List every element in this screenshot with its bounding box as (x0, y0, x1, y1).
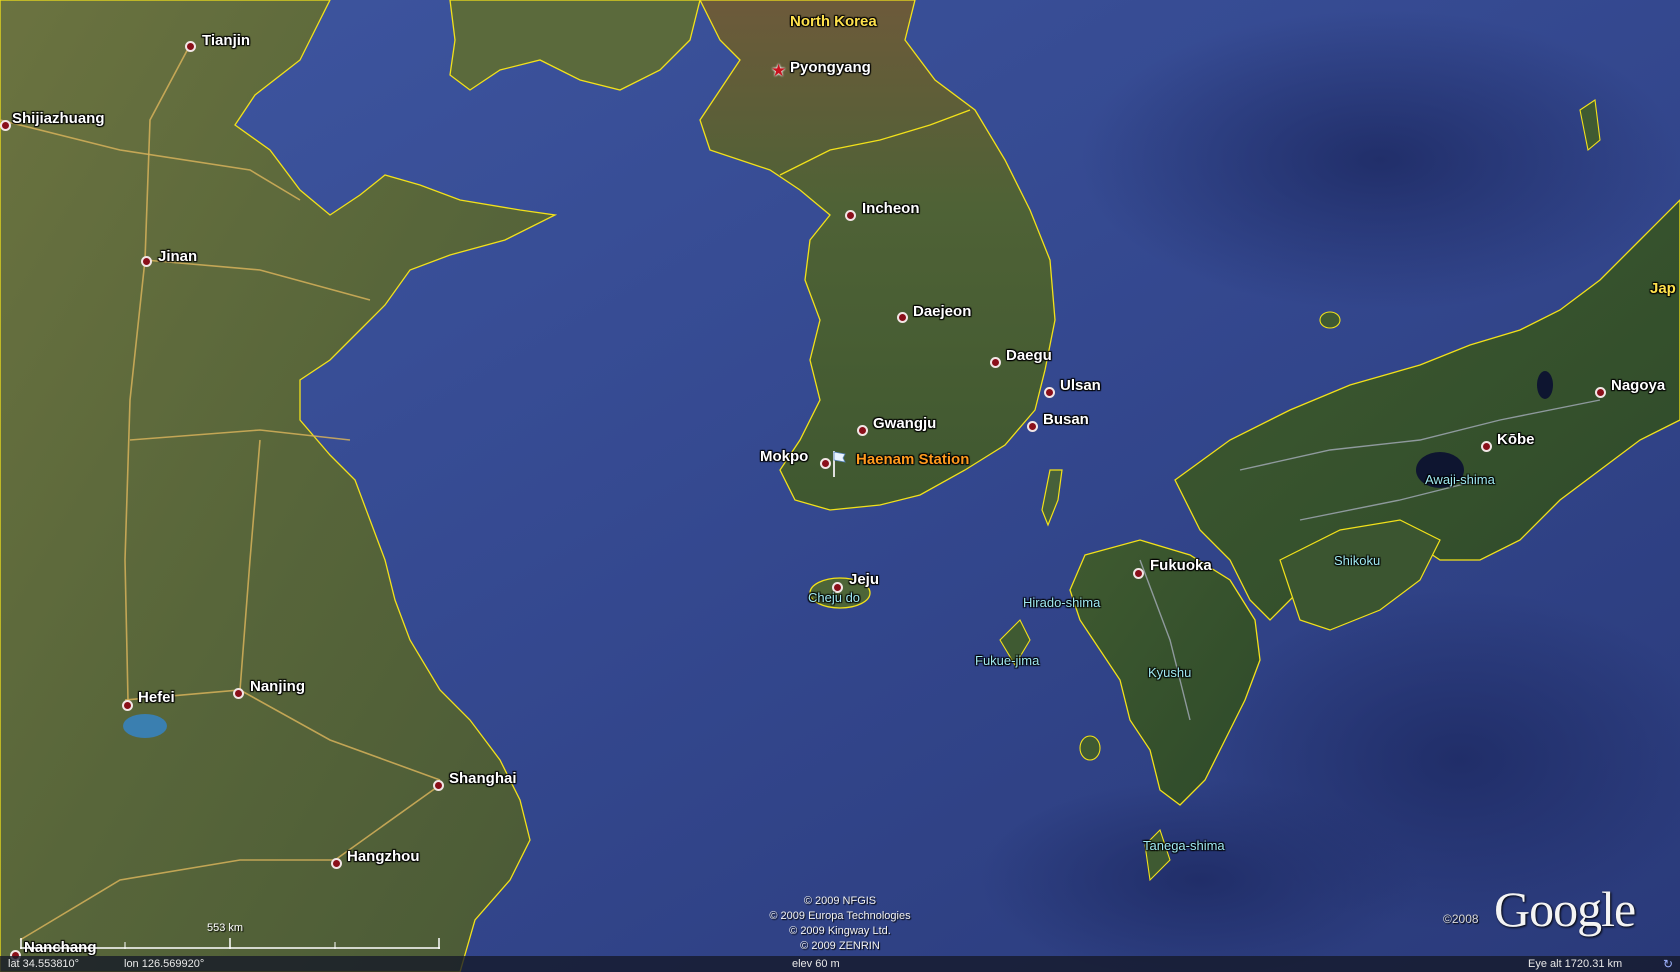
imagery-copyright: © 2009 NFGIS © 2009 Europa Technologies … (745, 894, 935, 954)
city-marker-mokpo[interactable] (820, 458, 831, 469)
city-marker-tianjin[interactable] (185, 41, 196, 52)
city-marker-shanghai[interactable] (433, 780, 444, 791)
city-label-shijiazhuang: Shijiazhuang (12, 110, 105, 127)
city-marker-kobe[interactable] (1481, 441, 1492, 452)
elevation-readout: elev 60 m (792, 958, 840, 970)
capital-star-icon[interactable]: ★ (771, 62, 786, 79)
city-marker-busan[interactable] (1027, 421, 1038, 432)
city-marker-incheon[interactable] (845, 210, 856, 221)
city-label-fukuoka: Fukuoka (1150, 557, 1212, 574)
city-marker-nanjing[interactable] (233, 688, 244, 699)
city-label-incheon: Incheon (862, 200, 920, 217)
city-label-nanjing: Nanjing (250, 678, 305, 695)
city-label-daejeon: Daejeon (913, 303, 972, 320)
city-label-hefei: Hefei (138, 689, 175, 706)
city-label-mokpo: Mokpo (760, 448, 809, 465)
city-marker-jinan[interactable] (141, 256, 152, 267)
island-label-cheju-do: Cheju do (808, 590, 861, 605)
island-label-shikoku: Shikoku (1334, 553, 1381, 568)
city-label-busan: Busan (1043, 411, 1089, 428)
city-label-kobe: Kōbe (1497, 431, 1535, 448)
city-label-gwangju: Gwangju (873, 415, 937, 432)
logo-year: ©2008 (1443, 912, 1479, 926)
city-label-shanghai: Shanghai (449, 770, 517, 787)
city-label-jinan: Jinan (158, 248, 198, 265)
city-marker-daegu[interactable] (990, 357, 1001, 368)
copyright-line: © 2009 Europa Technologies (769, 910, 911, 922)
scale-bar (20, 938, 440, 949)
city-marker-hefei[interactable] (122, 700, 133, 711)
copyright-line: © 2009 ZENRIN (800, 940, 880, 952)
city-marker-fukuoka[interactable] (1133, 568, 1144, 579)
google-logo: Google (1494, 881, 1636, 937)
city-marker-hangzhou[interactable] (331, 858, 342, 869)
longitude-readout: lon 126.569920° (124, 958, 205, 970)
city-marker-daejeon[interactable] (897, 312, 908, 323)
copyright-line: © 2009 Kingway Ltd. (789, 925, 891, 937)
scale-label: 553 km (207, 922, 244, 934)
map-view[interactable]: North Korea Tianjin Shijiazhuang Jinan ★… (0, 0, 1680, 972)
city-label-ulsan: Ulsan (1060, 377, 1101, 394)
city-label-tianjin: Tianjin (202, 32, 251, 49)
copyright-line: © 2009 NFGIS (803, 895, 877, 907)
island-label-fukue-jima: Fukue-jima (975, 653, 1040, 668)
city-label-nagoya: Nagoya (1611, 377, 1666, 394)
status-bar: lat 34.553810° lon 126.569920° elev 60 m… (0, 956, 1680, 972)
eye-altitude-readout: Eye alt 1720.31 km (1528, 958, 1623, 970)
country-label-north-korea: North Korea (790, 13, 877, 30)
city-label-hangzhou: Hangzhou (347, 848, 420, 865)
country-label-japan: Jap (1650, 280, 1676, 297)
city-marker-nagoya[interactable] (1595, 387, 1606, 398)
city-marker-shijiazhuang[interactable] (0, 120, 11, 131)
island-label-kyushu: Kyushu (1148, 665, 1192, 680)
placemark-label-haenam-station[interactable]: Haenam Station (856, 451, 969, 468)
latitude-readout: lat 34.553810° (8, 958, 80, 970)
city-label-daegu: Daegu (1006, 347, 1052, 364)
placemark-flag-icon[interactable] (832, 449, 846, 477)
city-marker-gwangju[interactable] (857, 425, 868, 436)
city-label-pyongyang: Pyongyang (790, 59, 871, 76)
island-label-hirado-shima: Hirado-shima (1023, 595, 1101, 610)
island-label-awaji-shima: Awaji-shima (1425, 472, 1495, 487)
island-label-tanega-shima: Tanega-shima (1143, 838, 1225, 853)
city-label-jeju: Jeju (849, 571, 880, 588)
streaming-refresh-icon[interactable]: ↻ (1663, 958, 1676, 971)
city-marker-ulsan[interactable] (1044, 387, 1055, 398)
